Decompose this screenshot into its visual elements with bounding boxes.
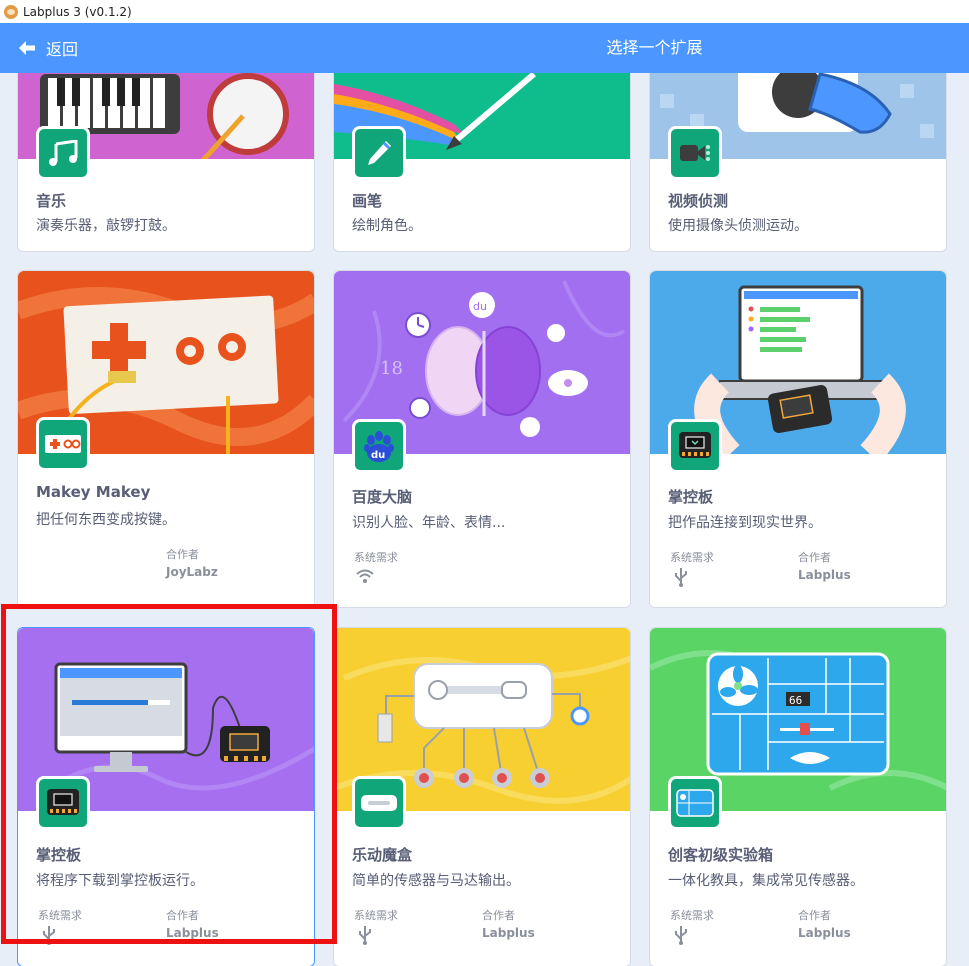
controller-badge bbox=[36, 776, 90, 830]
extension-card-makey-makey[interactable]: Makey Makey 把任何东西变成按键。 合作者 JoyLabz bbox=[17, 270, 315, 608]
usb-icon bbox=[675, 568, 687, 587]
extension-description: 使用摄像头侦测运动。 bbox=[668, 218, 808, 234]
baidu-badge: du bbox=[352, 419, 406, 473]
extension-description: 识别人脸、年龄、表情... bbox=[352, 515, 506, 531]
maker-kit-badge bbox=[668, 776, 722, 830]
svg-text:du: du bbox=[371, 450, 385, 461]
music-notes-icon bbox=[49, 140, 78, 166]
window-titlebar: Labplus 3 (v0.1.2) bbox=[0, 0, 969, 23]
pen-badge bbox=[352, 126, 406, 180]
extension-name: 创客初级实验箱 bbox=[668, 846, 774, 864]
extension-name: 音乐 bbox=[36, 192, 67, 210]
extension-description: 将程序下载到掌控板运行。 bbox=[36, 873, 204, 889]
app-logo-icon bbox=[4, 4, 18, 19]
author-name: Labplus bbox=[798, 568, 851, 582]
maker-kit-icon bbox=[676, 789, 714, 817]
author-name: Labplus bbox=[166, 926, 219, 940]
usb-icon bbox=[359, 926, 371, 945]
author-label: 合作者 bbox=[798, 551, 831, 564]
extension-card-pen[interactable]: 画笔 绘制角色。 bbox=[333, 73, 631, 252]
author-name: JoyLabz bbox=[166, 565, 218, 579]
extension-card-baidu-ai[interactable]: du 18 du 百度大脑 识别人脸、年龄、表情... 系统需求 bbox=[333, 270, 631, 608]
extension-description: 把任何东西变成按键。 bbox=[36, 512, 176, 528]
usb-icon bbox=[43, 926, 55, 945]
usb-icon bbox=[675, 926, 687, 945]
requirements-label: 系统需求 bbox=[354, 909, 398, 922]
extension-name: 掌控板 bbox=[668, 488, 714, 506]
author-name: Labplus bbox=[798, 926, 851, 940]
svg-text:du: du bbox=[473, 300, 487, 313]
extension-description: 一体化教具，集成常见传感器。 bbox=[668, 873, 864, 889]
extension-name: 百度大脑 bbox=[352, 488, 413, 506]
svg-text:66: 66 bbox=[789, 694, 802, 707]
extension-name: 掌控板 bbox=[36, 846, 82, 864]
requirements-label: 系统需求 bbox=[354, 551, 398, 564]
extension-library: 音乐 演奏乐器，敲锣打鼓。 画笔 绘制角色。 视频侦测 使用摄像头侦测运动。 M… bbox=[0, 73, 969, 966]
makey-badge bbox=[36, 417, 90, 471]
author-label: 合作者 bbox=[482, 909, 515, 922]
extension-name: Makey Makey bbox=[36, 483, 151, 501]
makey-board-icon bbox=[45, 435, 81, 453]
author-label: 合作者 bbox=[166, 548, 199, 561]
extension-card-music[interactable]: 音乐 演奏乐器，敲锣打鼓。 bbox=[17, 73, 315, 252]
extension-description: 演奏乐器，敲锣打鼓。 bbox=[36, 218, 176, 234]
controller-board-icon bbox=[679, 432, 711, 458]
extension-card-maker-kit[interactable]: 66 创客初级实验箱 一体化教具，集成常见传感器。 系统需求 合作者 Labpl… bbox=[649, 627, 947, 966]
extension-card-controller-download[interactable]: 掌控板 将程序下载到掌控板运行。 系统需求 合作者 Labplus bbox=[17, 627, 315, 966]
extension-name: 乐动魔盒 bbox=[352, 846, 413, 864]
controller-badge bbox=[668, 419, 722, 473]
video-badge bbox=[668, 126, 722, 180]
music-box-icon bbox=[361, 795, 397, 811]
window-title: Labplus 3 (v0.1.2) bbox=[23, 4, 132, 19]
extension-description: 把作品连接到现实世界。 bbox=[668, 515, 822, 531]
requirements-label: 系统需求 bbox=[38, 909, 82, 922]
extension-card-video-sensing[interactable]: 视频侦测 使用摄像头侦测运动。 bbox=[649, 73, 947, 252]
requirements-label: 系统需求 bbox=[670, 551, 714, 564]
video-camera-icon bbox=[680, 145, 710, 161]
controller-board-icon bbox=[47, 789, 79, 815]
music-badge bbox=[36, 126, 90, 180]
wifi-icon bbox=[356, 569, 374, 583]
header-bar: 返回 选择一个扩展 bbox=[0, 23, 969, 73]
extension-name: 画笔 bbox=[352, 192, 383, 210]
baidu-paw-icon: du bbox=[364, 431, 394, 462]
music-box-badge bbox=[352, 776, 406, 830]
extension-name: 视频侦测 bbox=[668, 192, 729, 210]
extension-card-controller-board[interactable]: 掌控板 把作品连接到现实世界。 系统需求 合作者 Labplus bbox=[649, 270, 947, 608]
pen-icon bbox=[368, 141, 391, 165]
author-label: 合作者 bbox=[166, 909, 199, 922]
extension-description: 绘制角色。 bbox=[352, 218, 422, 234]
page-title: 选择一个扩展 bbox=[606, 38, 703, 57]
extension-description: 简单的传感器与马达输出。 bbox=[352, 873, 520, 889]
author-name: Labplus bbox=[482, 926, 535, 940]
extension-card-music-box[interactable]: 乐动魔盒 简单的传感器与马达输出。 系统需求 合作者 Labplus bbox=[333, 627, 631, 966]
author-label: 合作者 bbox=[798, 909, 831, 922]
svg-text:18: 18 bbox=[380, 358, 403, 379]
requirements-label: 系统需求 bbox=[670, 909, 714, 922]
